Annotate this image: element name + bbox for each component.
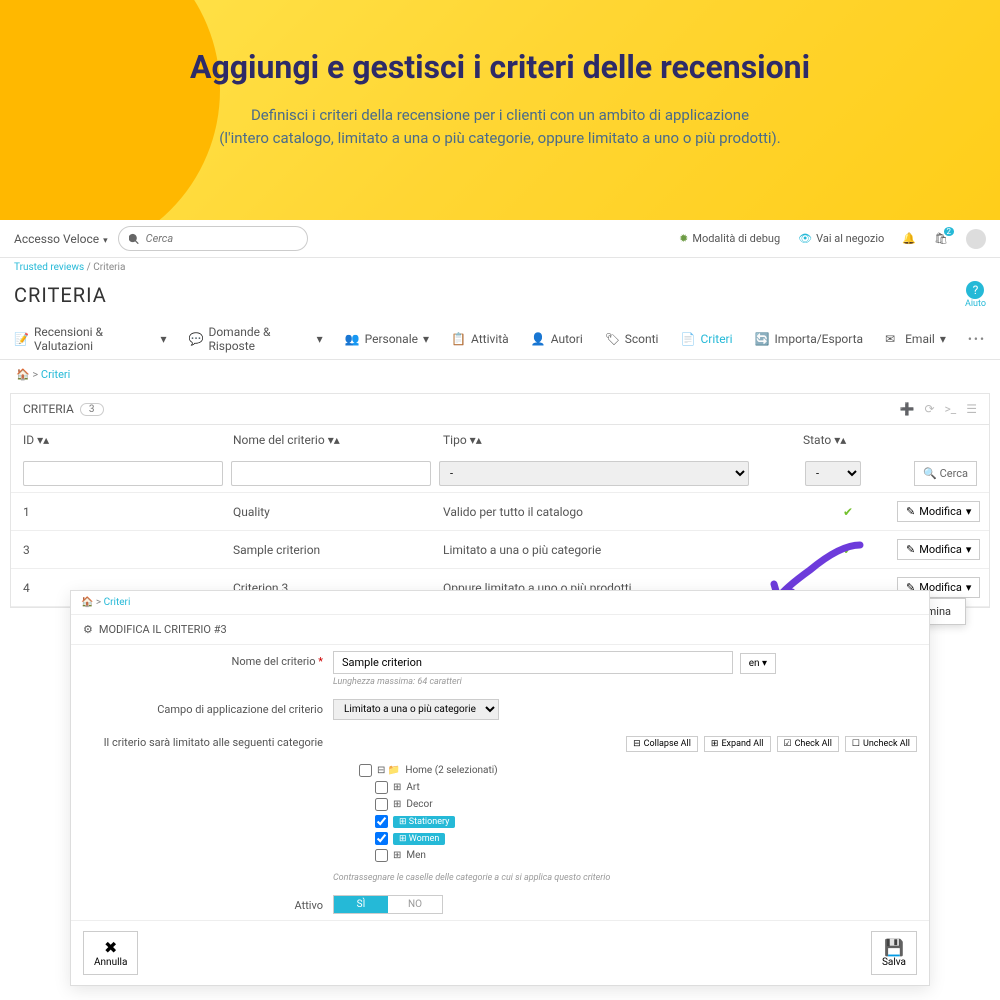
view-shop[interactable]: 👁Vai al negozio <box>798 232 884 245</box>
cart-icon[interactable]: 🛍2 <box>934 232 948 245</box>
lang-button[interactable]: en ▾ <box>740 653 776 674</box>
refresh-icon[interactable]: ⟳ <box>924 402 934 416</box>
edit-button[interactable]: ✎ Modifica ▾ <box>897 501 980 522</box>
cat-checkbox[interactable] <box>375 849 388 862</box>
edit-button[interactable]: ✎ Modifica ▾ <box>897 539 980 560</box>
filter-id[interactable] <box>23 461 223 486</box>
check-icon: ✔ <box>843 505 853 519</box>
help-button[interactable]: ?Aiuto <box>965 281 986 309</box>
topbar: Accesso Veloce▾ ✹Modalità di debug 👁Vai … <box>0 220 1000 258</box>
tab-discounts[interactable]: 🏷Sconti <box>605 332 659 346</box>
breadcrumb: Trusted reviews / Criteria <box>0 258 1000 277</box>
bell-icon[interactable]: 🔔 <box>902 232 916 245</box>
home-icon[interactable]: 🏠 <box>16 368 30 381</box>
search-button[interactable]: 🔍 Cerca <box>914 461 977 486</box>
table-row[interactable]: 3 Sample criterion Limitato a una o più … <box>11 531 989 569</box>
promo-sub1: Definisci i criteri della recensione per… <box>0 104 1000 127</box>
cat-checkbox[interactable] <box>375 798 388 811</box>
modal-title: ⚙ MODIFICA IL CRITERIO #3 <box>71 614 929 645</box>
sub-breadcrumb: 🏠 > Criteri <box>0 360 1000 389</box>
tab-qa[interactable]: 💬Domande & Risposte ▾ <box>189 325 323 353</box>
tabs-overflow[interactable]: ••• <box>968 332 986 346</box>
cancel-button[interactable]: ✖Annulla <box>83 931 138 975</box>
promo-sub2: (l'intero catalogo, limitato a una o più… <box>0 127 1000 150</box>
tab-authors[interactable]: 👤Autori <box>531 332 583 346</box>
expand-all-button[interactable]: ⊞ Expand All <box>704 736 771 752</box>
add-icon[interactable]: ➕ <box>900 402 915 416</box>
category-tree: ⊟ 📁 Home (2 selezionati) ⊞ Art ⊞ Decor ⊞… <box>333 756 917 870</box>
search-box[interactable] <box>118 226 308 251</box>
quick-access[interactable]: Accesso Veloce▾ <box>14 232 108 246</box>
uncheck-all-button[interactable]: ☐ Uncheck All <box>845 736 917 752</box>
page-title: CRITERIA <box>14 283 107 307</box>
cat-checkbox[interactable] <box>375 832 388 845</box>
search-icon <box>129 233 140 244</box>
tab-import[interactable]: 🔄Importa/Esporta <box>755 332 864 346</box>
tab-staff[interactable]: 👥Personale ▾ <box>345 332 429 346</box>
check-icon: ✔ <box>843 543 853 557</box>
active-toggle[interactable]: SÌ NO <box>333 895 443 914</box>
collapse-all-button[interactable]: ⊟ Collapse All <box>626 736 698 752</box>
debug-mode[interactable]: ✹Modalità di debug <box>679 232 780 245</box>
tab-criteria[interactable]: 📄Criteri <box>680 332 732 346</box>
tab-activity[interactable]: 📋Attività <box>451 332 509 346</box>
check-all-button[interactable]: ☑ Check All <box>777 736 839 752</box>
criterion-name-input[interactable] <box>333 651 733 674</box>
promo-banner: Aggiungi e gestisci i criteri delle rece… <box>0 0 1000 220</box>
tab-email[interactable]: ✉Email ▾ <box>885 332 946 346</box>
save-button[interactable]: 💾Salva <box>871 931 917 975</box>
criteria-panel: CRITERIA 3 ➕ ⟳ >_ ☰ ID ▾▴ Nome del crite… <box>10 393 990 608</box>
scope-select[interactable]: Limitato a una o più categorie <box>333 699 499 720</box>
cat-checkbox[interactable] <box>359 764 372 777</box>
filter-name[interactable] <box>231 461 431 486</box>
sql-icon[interactable]: >_ <box>945 402 957 416</box>
filter-state[interactable]: - <box>805 461 861 486</box>
cat-checkbox[interactable] <box>375 781 388 794</box>
gear-icon: ⚙ <box>83 623 93 636</box>
cat-checkbox[interactable] <box>375 815 388 828</box>
bc-parent[interactable]: Trusted reviews <box>14 262 84 273</box>
panel-title: CRITERIA <box>23 402 74 416</box>
home-icon[interactable]: 🏠 <box>81 597 93 608</box>
db-icon[interactable]: ☰ <box>966 402 977 416</box>
tab-bar: 📝Recensioni & Valutazioni ▾ 💬Domande & R… <box>0 319 1000 360</box>
avatar-icon[interactable] <box>966 229 986 249</box>
promo-title: Aggiungi e gestisci i criteri delle rece… <box>0 48 1000 86</box>
tab-reviews[interactable]: 📝Recensioni & Valutazioni ▾ <box>14 325 167 353</box>
count-badge: 3 <box>80 403 104 416</box>
search-input[interactable] <box>140 229 290 248</box>
table-row[interactable]: 1 Quality Valido per tutto il catalogo ✔… <box>11 493 989 531</box>
filter-type[interactable]: - <box>439 461 749 486</box>
edit-modal: 🏠 > Criteri ⚙ MODIFICA IL CRITERIO #3 No… <box>70 590 930 986</box>
